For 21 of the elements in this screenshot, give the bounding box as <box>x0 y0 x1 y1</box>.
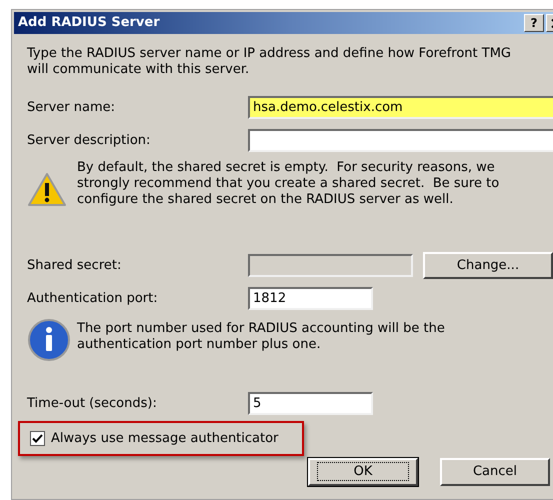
field-label: Server description: <box>27 132 152 150</box>
warning-icon <box>27 172 67 208</box>
text-field[interactable]: 1812 <box>248 287 373 310</box>
text-field[interactable]: hsa.demo.celestix.com <box>248 96 553 119</box>
field-label: Server name: <box>27 98 116 117</box>
check-icon <box>32 434 43 443</box>
info-text: The port number used for RADIUS accounting will be the authentication port number plus one. <box>77 321 446 354</box>
help-button[interactable]: ? <box>524 14 544 32</box>
info-icon <box>27 318 71 362</box>
field-label: Authentication port: <box>27 290 159 308</box>
cancel-button[interactable]: Cancel <box>440 458 550 486</box>
warning-text: By default, the shared secret is empty. For security reasons, we strongly recommend that you create a shared secret. Be sure to configure the shared secret on the RADIUS server as well. <box>77 160 500 209</box>
intro-text: Type the RADIUS server name or IP address and define how Forefront TMG will communicate with this server. <box>27 46 512 78</box>
checkbox-label: Always use message authenticator <box>51 430 278 448</box>
checkbox[interactable] <box>30 431 45 446</box>
field-label: Shared secret: <box>27 256 122 275</box>
text-field[interactable]: 5 <box>248 392 373 415</box>
text-field[interactable] <box>248 129 553 152</box>
window-title: Add RADIUS Server <box>18 14 160 32</box>
ok-button[interactable]: OK <box>308 458 418 486</box>
field-label: Time-out (seconds): <box>27 394 158 413</box>
